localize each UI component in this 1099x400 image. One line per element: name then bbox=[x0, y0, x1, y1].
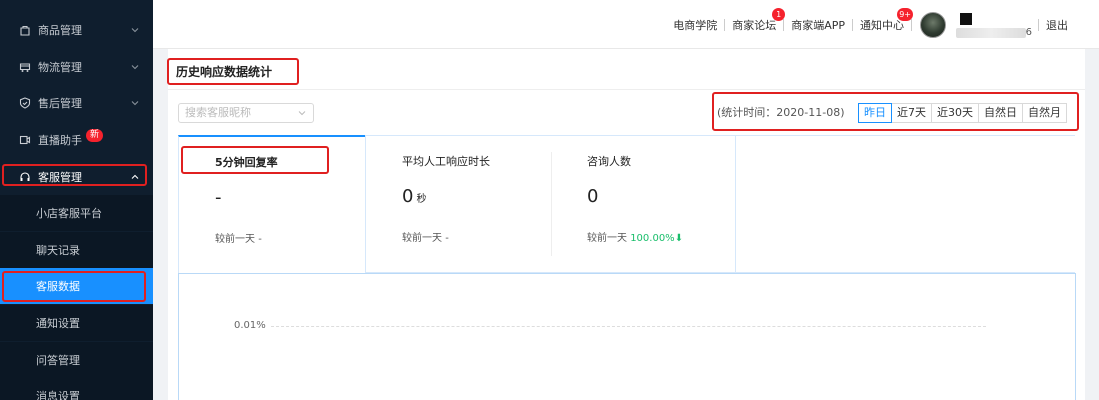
metric-name: 5分钟回复率 bbox=[215, 156, 278, 169]
bag-icon bbox=[18, 23, 32, 37]
video-icon bbox=[18, 133, 32, 147]
user-suffix: 6 bbox=[1025, 26, 1032, 38]
sidebar-item-customer-service[interactable]: 客服管理 bbox=[0, 159, 153, 195]
sidebar: 商品管理 物流管理 售后管理 直播助手 新 客服管理 小店客服平台 聊天记录 客… bbox=[0, 0, 153, 400]
metric-compare: 较前一天 - bbox=[215, 230, 262, 245]
main-content: 历史响应数据统计 搜索客服昵称 (统计时间：2020-11-08) 昨日 近7天… bbox=[168, 49, 1085, 400]
sidebar-item-label: 直播助手 bbox=[38, 134, 82, 147]
sidebar-subitem-message-settings[interactable]: 消息设置 bbox=[0, 378, 153, 400]
sidebar-item-aftersales[interactable]: 售后管理 bbox=[0, 85, 153, 121]
compare-value: 100.00% bbox=[630, 233, 675, 244]
compare-value: - bbox=[258, 234, 262, 245]
chevron-down-icon bbox=[131, 26, 139, 34]
grid-line bbox=[271, 326, 986, 327]
divider bbox=[168, 89, 1085, 90]
top-links: 电商学院 商家论坛 1 商家端APP 通知中心 9+ 6 退出 bbox=[666, 0, 1075, 49]
metric-value-number: - bbox=[215, 187, 222, 208]
user-info[interactable]: 6 bbox=[954, 10, 1038, 40]
sidebar-item-products[interactable]: 商品管理 bbox=[0, 12, 153, 48]
truck-icon bbox=[18, 60, 32, 74]
range-natural-day-button[interactable]: 自然日 bbox=[978, 103, 1023, 123]
sidebar-item-label: 售后管理 bbox=[38, 97, 82, 110]
range-natural-month-button[interactable]: 自然月 bbox=[1022, 103, 1067, 123]
select-placeholder: 搜索客服昵称 bbox=[185, 106, 251, 119]
shield-icon bbox=[18, 96, 32, 110]
metric-card-consult-count[interactable]: 咨询人数 0 较前一天 100.00%⬇ bbox=[551, 135, 735, 273]
metric-value-number: 0 bbox=[402, 186, 414, 207]
logout-link[interactable]: 退出 bbox=[1039, 17, 1075, 33]
merchant-forum-link[interactable]: 商家论坛 1 bbox=[725, 7, 786, 33]
sidebar-item-label: 客服管理 bbox=[38, 171, 82, 184]
metric-compare: 较前一天 100.00%⬇ bbox=[587, 229, 683, 244]
avatar[interactable] bbox=[920, 11, 946, 38]
sidebar-subitem-label: 聊天记录 bbox=[36, 244, 80, 257]
metric-value: 0 bbox=[587, 186, 598, 207]
range-30days-button[interactable]: 近30天 bbox=[931, 103, 979, 123]
sidebar-subitem-qa-management[interactable]: 问答管理 bbox=[0, 342, 153, 378]
sidebar-item-logistics[interactable]: 物流管理 bbox=[0, 49, 153, 85]
compare-prefix: 较前一天 bbox=[215, 234, 255, 245]
y-axis-tick-label: 0.01% bbox=[234, 320, 266, 331]
metric-unit: 秒 bbox=[416, 194, 427, 205]
metric-name: 咨询人数 bbox=[587, 155, 631, 168]
topbar: 电商学院 商家论坛 1 商家端APP 通知中心 9+ 6 退出 bbox=[153, 0, 1099, 49]
metric-card-avg-response-time[interactable]: 平均人工响应时长 0秒 较前一天 - bbox=[365, 135, 551, 273]
notification-center-link[interactable]: 通知中心 9+ bbox=[853, 7, 913, 33]
sidebar-subitem-label: 小店客服平台 bbox=[36, 207, 102, 220]
sidebar-subitem-label: 客服数据 bbox=[36, 280, 80, 293]
metric-card-empty bbox=[735, 135, 1075, 273]
sidebar-item-live[interactable]: 直播助手 新 bbox=[0, 122, 153, 158]
compare-prefix: 较前一天 bbox=[402, 233, 442, 244]
redacted-mark bbox=[960, 12, 972, 25]
headset-icon bbox=[18, 170, 32, 184]
trend-chart: 0.01% bbox=[178, 273, 1076, 400]
sidebar-item-label: 物流管理 bbox=[38, 61, 82, 74]
cs-nickname-select[interactable]: 搜索客服昵称 bbox=[178, 103, 314, 123]
sidebar-subitem-label: 问答管理 bbox=[36, 354, 80, 367]
chevron-down-icon bbox=[298, 109, 306, 117]
merchant-forum-label: 商家论坛 bbox=[732, 18, 777, 32]
metric-compare: 较前一天 - bbox=[402, 229, 449, 244]
merchant-app-link[interactable]: 商家端APP bbox=[784, 17, 852, 33]
date-range-group: 昨日 近7天 近30天 自然日 自然月 bbox=[858, 103, 1067, 123]
sidebar-subitem-cs-data[interactable]: 客服数据 bbox=[0, 268, 153, 304]
metric-name: 平均人工响应时长 bbox=[402, 155, 490, 168]
metric-tabs: 5分钟回复率 - 较前一天 - 平均人工响应时长 0秒 较前一天 - 咨询人数 … bbox=[178, 135, 1085, 273]
sidebar-item-label: 商品管理 bbox=[38, 24, 82, 37]
compare-prefix: 较前一天 bbox=[587, 233, 627, 244]
range-7days-button[interactable]: 近7天 bbox=[891, 103, 932, 123]
sidebar-subitem-label: 通知设置 bbox=[36, 317, 80, 330]
stat-time: (统计时间：2020-11-08) bbox=[717, 106, 845, 119]
page-title: 历史响应数据统计 bbox=[176, 65, 273, 79]
chevron-down-icon bbox=[131, 63, 139, 71]
sidebar-subitem-shop-cs-platform[interactable]: 小店客服平台 bbox=[0, 195, 153, 231]
divider bbox=[911, 18, 912, 31]
metric-card-5min-reply-rate[interactable]: 5分钟回复率 - 较前一天 - bbox=[178, 135, 365, 273]
chevron-up-icon bbox=[131, 173, 139, 181]
notification-badge: 9+ bbox=[897, 7, 913, 21]
redacted-username bbox=[956, 27, 1026, 38]
notification-center-label: 通知中心 bbox=[860, 18, 904, 32]
range-yesterday-button[interactable]: 昨日 bbox=[858, 103, 892, 123]
ecommerce-academy-link[interactable]: 电商学院 bbox=[666, 17, 724, 33]
compare-value: - bbox=[445, 233, 449, 244]
sidebar-subitem-notification-settings[interactable]: 通知设置 bbox=[0, 305, 153, 341]
metric-value: 0秒 bbox=[402, 186, 426, 207]
metric-value-number: 0 bbox=[587, 186, 599, 207]
metric-value: - bbox=[215, 187, 222, 208]
new-badge: 新 bbox=[86, 128, 104, 142]
sidebar-subitem-chat-history[interactable]: 聊天记录 bbox=[0, 232, 153, 268]
arrow-down-icon: ⬇ bbox=[674, 233, 684, 244]
sidebar-subitem-label: 消息设置 bbox=[36, 390, 80, 400]
chevron-down-icon bbox=[131, 99, 139, 107]
